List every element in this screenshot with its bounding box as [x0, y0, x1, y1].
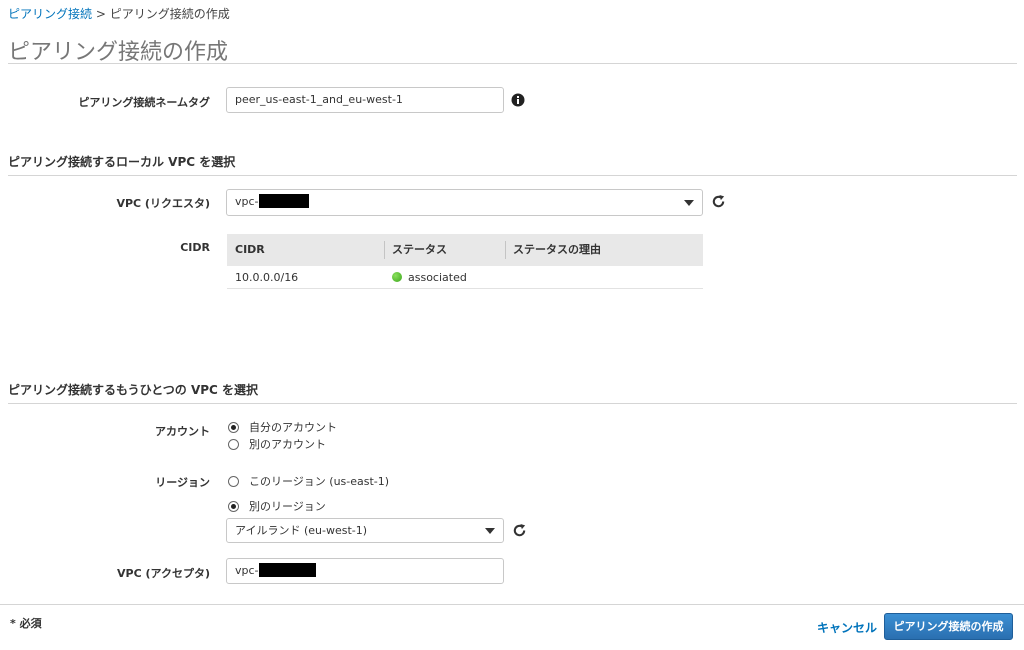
region-option-other[interactable]: 別のリージョン — [228, 498, 326, 514]
page-title: ピアリング接続の作成 — [8, 40, 229, 65]
local-vpc-section-title: ピアリング接続するローカル VPC を選択 — [8, 155, 236, 169]
radio-other-region[interactable] — [228, 500, 239, 512]
region-select-value: アイルランド (eu-west-1) — [235, 524, 368, 537]
chevron-down-icon — [485, 528, 495, 534]
cidr-table: CIDR ステータス ステータスの理由 10.0.0.0/16 associat… — [227, 234, 703, 289]
column-header-status-reason: ステータスの理由 — [505, 234, 703, 266]
cell-status: associated — [384, 266, 505, 288]
status-ok-icon — [392, 272, 402, 282]
breadcrumb-link-peering[interactable]: ピアリング接続 — [8, 7, 92, 21]
radio-other-account[interactable] — [228, 438, 239, 450]
region-option-other-label: 別のリージョン — [249, 500, 326, 513]
chevron-down-icon — [684, 200, 694, 206]
column-header-cidr: CIDR — [235, 243, 265, 256]
refresh-icon[interactable] — [711, 194, 726, 209]
cancel-button[interactable]: キャンセル — [817, 619, 877, 636]
cidr-label: CIDR — [180, 241, 210, 254]
peer-vpc-section-title: ピアリング接続するもうひとつの VPC を選択 — [8, 383, 259, 397]
region-label: リージョン — [155, 476, 210, 489]
accepter-vpc-label: VPC (アクセプタ) — [117, 567, 210, 580]
breadcrumb-current: ピアリング接続の作成 — [109, 7, 230, 21]
requester-vpc-select[interactable]: vpc- — [226, 189, 703, 216]
refresh-icon[interactable] — [512, 523, 527, 538]
column-header-status: ステータス — [384, 234, 505, 266]
account-option-other[interactable]: 別のアカウント — [228, 436, 326, 452]
accepter-vpc-input[interactable]: vpc- — [226, 558, 504, 584]
table-header: CIDR ステータス ステータスの理由 — [227, 234, 703, 266]
name-tag-label: ピアリング接続ネームタグ — [78, 96, 210, 109]
breadcrumb: ピアリング接続 > ピアリング接続の作成 — [8, 5, 230, 22]
status-text: associated — [408, 271, 467, 284]
account-option-mine[interactable]: 自分のアカウント — [228, 419, 337, 435]
region-option-this-label: このリージョン (us-east-1) — [249, 475, 390, 488]
region-select[interactable]: アイルランド (eu-west-1) — [226, 518, 504, 543]
requester-vpc-label: VPC (リクエスタ) — [116, 197, 210, 210]
radio-mine-account[interactable] — [228, 421, 239, 433]
peer-section-divider — [8, 403, 1017, 404]
breadcrumb-separator: > — [92, 7, 110, 21]
redacted-block — [258, 563, 316, 577]
name-tag-input[interactable]: peer_us-east-1_and_eu-west-1 — [226, 87, 504, 113]
cell-status-reason — [505, 266, 703, 288]
account-label: アカウント — [155, 425, 210, 438]
account-option-mine-label: 自分のアカウント — [249, 421, 337, 434]
title-divider — [8, 63, 1017, 64]
account-option-other-label: 別のアカウント — [249, 438, 326, 451]
redacted-block — [258, 194, 309, 208]
cell-cidr: 10.0.0.0/16 — [235, 271, 299, 284]
footer-divider — [0, 604, 1024, 605]
accepter-vpc-value: vpc- — [235, 564, 259, 577]
local-section-divider — [8, 175, 1017, 176]
required-note: * 必須 — [10, 617, 42, 630]
info-icon[interactable] — [511, 93, 525, 107]
requester-vpc-value: vpc- — [235, 195, 259, 208]
radio-this-region[interactable] — [228, 475, 239, 487]
region-option-this[interactable]: このリージョン (us-east-1) — [228, 473, 389, 489]
create-peering-button[interactable]: ピアリング接続の作成 — [884, 613, 1013, 640]
table-row: 10.0.0.0/16 associated — [227, 266, 703, 289]
